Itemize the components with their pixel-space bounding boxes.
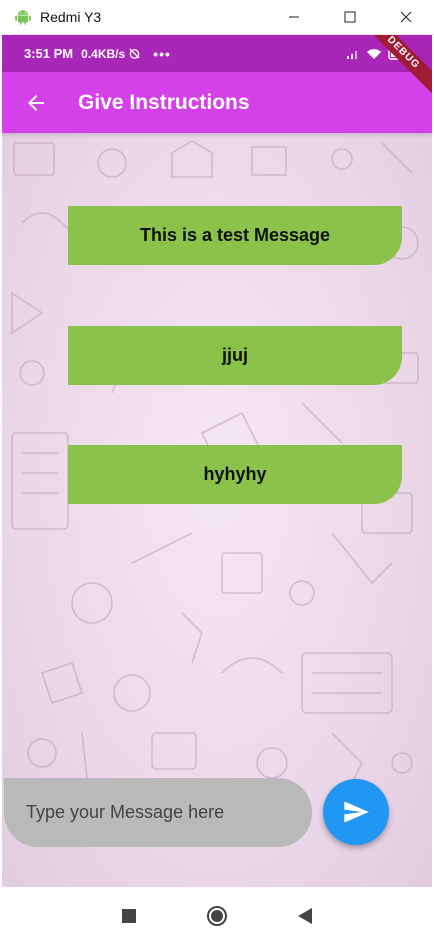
send-button[interactable]: [323, 779, 389, 845]
signal-icon: [347, 50, 357, 59]
page-title: Give Instructions: [78, 90, 250, 114]
home-circle-icon: [207, 905, 227, 926]
phone-screen: 3:51 PM 0.4KB/s ••• DEBUG Give Instructi…: [2, 35, 432, 944]
app-bar: Give Instructions: [2, 72, 432, 133]
window-titlebar: Redmi Y3: [0, 0, 434, 35]
back-button[interactable]: [293, 904, 317, 928]
message-bubble[interactable]: hyhyhy: [68, 445, 402, 504]
message-bubble[interactable]: This is a test Message: [68, 206, 402, 265]
minimize-button[interactable]: [266, 0, 322, 34]
window-title: Redmi Y3: [40, 9, 102, 25]
recents-square-icon: [122, 908, 136, 923]
message-bubble[interactable]: jjuj: [68, 326, 402, 385]
minimize-icon: [289, 16, 299, 18]
back-triangle-icon: [298, 907, 312, 924]
arrow-back-icon[interactable]: [24, 91, 48, 115]
close-icon: [400, 11, 412, 23]
message-input[interactable]: Type your Message here: [4, 778, 312, 847]
chat-area[interactable]: This is a test Message jjuj hyhyhy Type …: [2, 133, 432, 887]
maximize-icon: [344, 11, 356, 23]
close-button[interactable]: [378, 0, 434, 34]
home-button[interactable]: [205, 904, 229, 928]
wifi-icon: [367, 48, 381, 59]
android-icon: [15, 10, 31, 25]
status-more-icon: •••: [153, 45, 171, 62]
alarm-off-icon: [129, 48, 140, 59]
send-icon: [344, 801, 369, 823]
navigation-bar: [2, 887, 432, 944]
status-bar: 3:51 PM 0.4KB/s ••• DEBUG: [2, 35, 432, 98]
status-time: 3:51 PM: [24, 46, 74, 61]
recents-button[interactable]: [117, 904, 141, 928]
status-network-speed: 0.4KB/s: [81, 46, 126, 61]
maximize-button[interactable]: [322, 0, 378, 34]
